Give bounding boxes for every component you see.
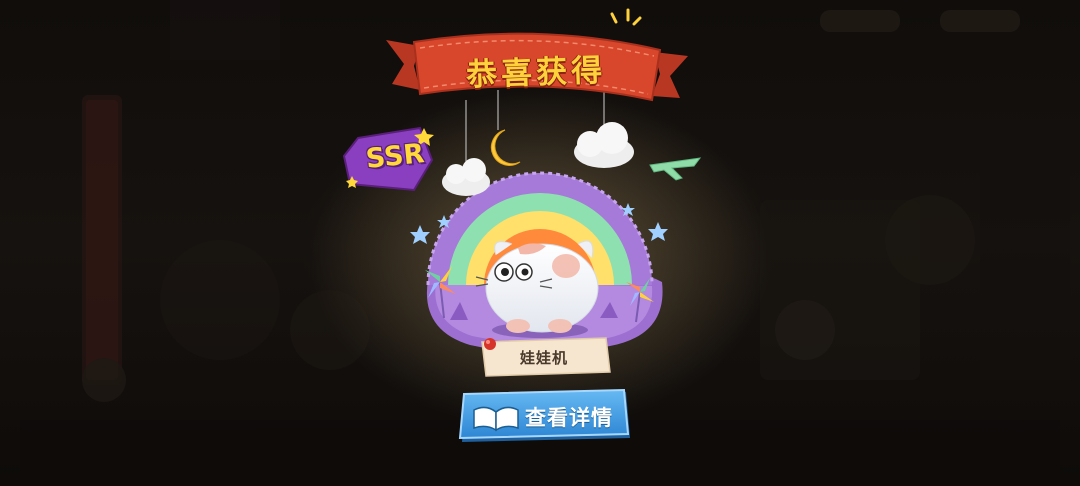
item-name-label: 娃娃机 — [519, 348, 568, 367]
rarity-badge-label: SSR — [364, 137, 426, 175]
reward-title: 恭喜获得 — [465, 52, 607, 93]
reward-screen: 恭喜获得 SSR 娃娃机 查看详情 — [0, 0, 1080, 486]
view-details-label: 查看详情 — [525, 406, 613, 430]
view-details-button[interactable]: 查看详情 — [460, 392, 630, 444]
